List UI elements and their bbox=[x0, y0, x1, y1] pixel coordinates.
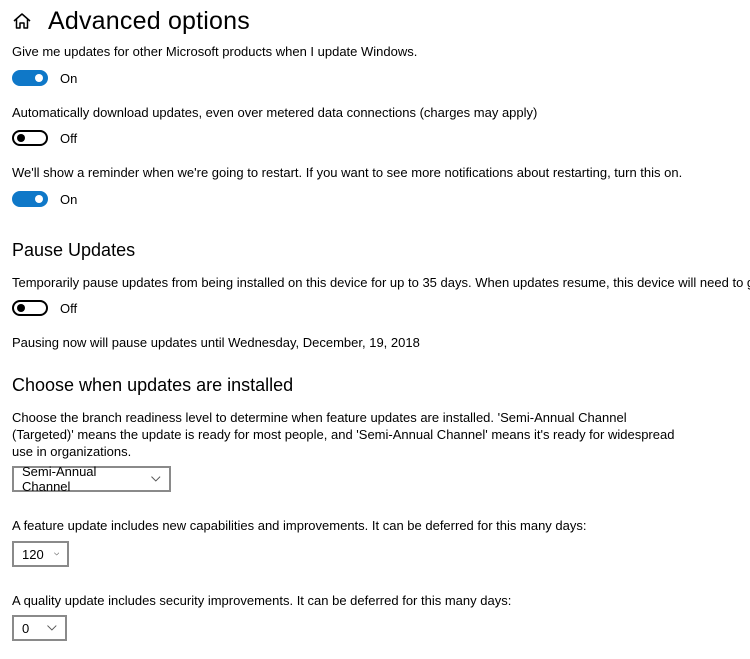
page-header: Advanced options bbox=[12, 4, 250, 38]
toggle-knob bbox=[35, 74, 43, 82]
metered-download-toggle[interactable] bbox=[12, 130, 48, 146]
toggle-state-label: On bbox=[60, 70, 78, 86]
toggle-state-label: Off bbox=[60, 130, 78, 146]
toggle-knob bbox=[17, 304, 25, 312]
branch-readiness-value: Semi-Annual Channel bbox=[22, 464, 97, 494]
quality-defer-days-select[interactable]: 0 bbox=[12, 615, 67, 641]
chevron-down-icon bbox=[53, 552, 59, 556]
home-icon[interactable] bbox=[12, 11, 32, 31]
chevron-down-icon bbox=[151, 476, 161, 482]
quality-defer-days-value: 0 bbox=[22, 620, 30, 636]
branch-readiness-description: Choose the branch readiness level to det… bbox=[12, 410, 675, 459]
page-title: Advanced options bbox=[48, 6, 250, 35]
feature-defer-days-value: 120 bbox=[22, 546, 44, 562]
setting-other-products-description: Give me updates for other Microsoft prod… bbox=[12, 44, 418, 59]
pause-updates-toggle-row: Off bbox=[12, 298, 77, 318]
choose-updates-heading: Choose when updates are installed bbox=[12, 375, 294, 395]
setting-metered-toggle-row: Off bbox=[12, 128, 77, 148]
setting-restart-reminder-description: We'll show a reminder when we're going t… bbox=[12, 165, 683, 180]
setting-restart-reminder-toggle-row: On bbox=[12, 189, 77, 209]
other-products-toggle[interactable] bbox=[12, 70, 48, 86]
chevron-down-icon bbox=[47, 625, 57, 631]
feature-defer-days-select[interactable]: 120 bbox=[12, 541, 69, 567]
feature-defer-label: A feature update includes new capabiliti… bbox=[12, 518, 587, 533]
toggle-knob bbox=[35, 195, 43, 203]
restart-reminder-toggle[interactable] bbox=[12, 191, 48, 207]
pause-until-note: Pausing now will pause updates until Wed… bbox=[12, 335, 420, 350]
pause-updates-toggle[interactable] bbox=[12, 300, 48, 316]
quality-defer-label: A quality update includes security impro… bbox=[12, 593, 512, 608]
toggle-knob bbox=[17, 134, 25, 142]
setting-other-products-toggle-row: On bbox=[12, 68, 77, 88]
toggle-state-label: Off bbox=[60, 300, 78, 316]
pause-updates-heading: Pause Updates bbox=[12, 240, 136, 260]
toggle-state-label: On bbox=[60, 191, 78, 207]
branch-readiness-select[interactable]: Semi-Annual Channel bbox=[12, 464, 171, 494]
pause-updates-description: Temporarily pause updates from being ins… bbox=[12, 275, 750, 290]
setting-metered-description: Automatically download updates, even ove… bbox=[12, 105, 538, 120]
